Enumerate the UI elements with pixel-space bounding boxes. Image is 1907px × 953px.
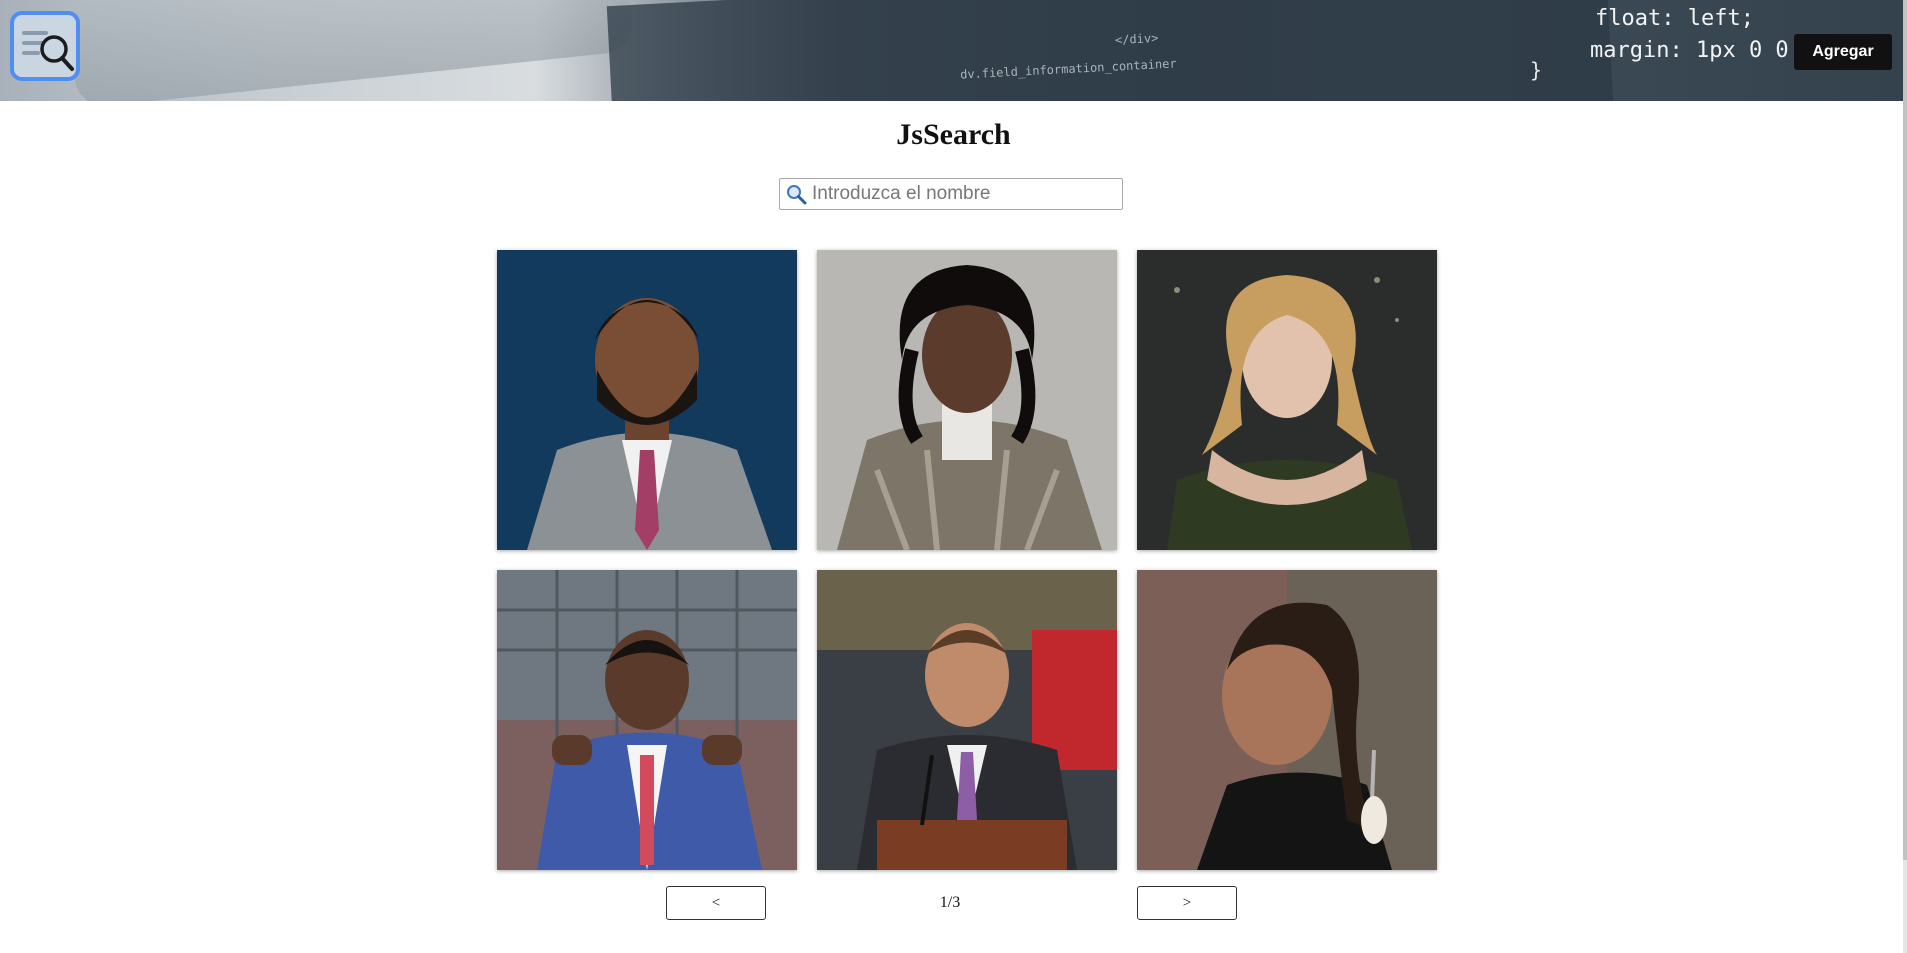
scrollbar-thumb[interactable] [1903, 0, 1907, 860]
magnifier-icon [787, 185, 807, 205]
person-card[interactable] [817, 250, 1117, 550]
person-card[interactable] [1137, 570, 1437, 870]
person-card[interactable] [1137, 250, 1437, 550]
page-scrollbar[interactable] [1903, 0, 1907, 953]
page-title: JsSearch [896, 118, 1011, 151]
person-card[interactable] [817, 570, 1117, 870]
banner-background-code-screen [606, 0, 1614, 101]
app-logo[interactable] [10, 11, 80, 81]
banner-code-snippet: </div> [1114, 30, 1159, 48]
person-card[interactable] [497, 570, 797, 870]
add-button[interactable]: Agregar [1794, 34, 1892, 70]
search-list-icon [22, 31, 74, 71]
prev-page-button[interactable]: < [666, 886, 766, 920]
person-photo [817, 570, 1117, 870]
person-photo [497, 570, 797, 870]
next-page-button[interactable]: > [1137, 886, 1237, 920]
person-photo [497, 250, 797, 550]
person-photo [1137, 570, 1437, 870]
search-box[interactable] [779, 178, 1123, 210]
banner-code-line: } [1530, 58, 1543, 82]
banner-background-tablet [65, 0, 635, 101]
banner-code-line: float: left; [1595, 6, 1754, 31]
person-photo [1137, 250, 1437, 550]
person-photo [817, 250, 1117, 550]
person-card[interactable] [497, 250, 797, 550]
page-indicator: 1/3 [939, 894, 961, 911]
search-input[interactable] [812, 180, 1118, 208]
banner-code-text: float: left; [1595, 6, 1754, 31]
header-banner: dv.field_information_container </div> fl… [0, 0, 1907, 101]
